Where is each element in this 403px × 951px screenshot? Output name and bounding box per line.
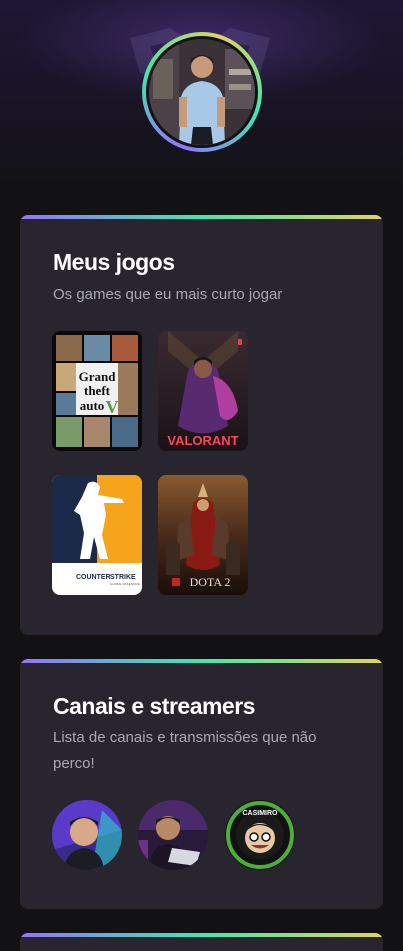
game-cover-counter-strike[interactable]: COUNTER STRIKE GLOBAL OFFENSIVE [52, 475, 142, 595]
cs-logo-text: COUNTER [76, 574, 111, 581]
streamer-avatar-2[interactable] [138, 800, 208, 870]
streamers-subtitle: Lista de canais e transmissões que não p… [53, 729, 317, 772]
gta-logo-text: theft [84, 383, 111, 398]
game-cover-dota-2[interactable]: DOTA 2 [158, 475, 248, 595]
dota-logo-text: DOTA 2 [190, 575, 231, 589]
game-cover-valorant[interactable]: VALORANT [158, 331, 248, 451]
games-subtitle: Os games que eu mais curto jogar [53, 286, 283, 303]
streamer-avatar-casimiro[interactable]: CASIMIRO [225, 800, 295, 870]
valorant-logo-text: VALORANT [167, 433, 238, 448]
gta-logo-text: auto [80, 398, 105, 413]
avatar-photo [146, 36, 258, 148]
cs-logo-text: STRIKE [110, 574, 136, 581]
gta-logo-text: Grand [79, 369, 117, 384]
streamer-avatar-1[interactable] [52, 800, 122, 870]
game-cover-gta-v[interactable]: Grand theft auto V [52, 331, 142, 451]
gta-logo-number: V [106, 397, 119, 417]
games-title: Meus jogos [53, 249, 175, 275]
profile-avatar[interactable] [142, 32, 262, 152]
streamers-card: Canais e streamers Lista de canais e tra… [20, 659, 383, 909]
games-card: Meus jogos Os games que eu mais curto jo… [20, 215, 383, 635]
cs-logo-subtext: GLOBAL OFFENSIVE [110, 582, 140, 586]
casimiro-badge-text: CASIMIRO [243, 810, 279, 817]
next-section-card [20, 933, 383, 951]
streamers-title: Canais e streamers [53, 693, 255, 719]
